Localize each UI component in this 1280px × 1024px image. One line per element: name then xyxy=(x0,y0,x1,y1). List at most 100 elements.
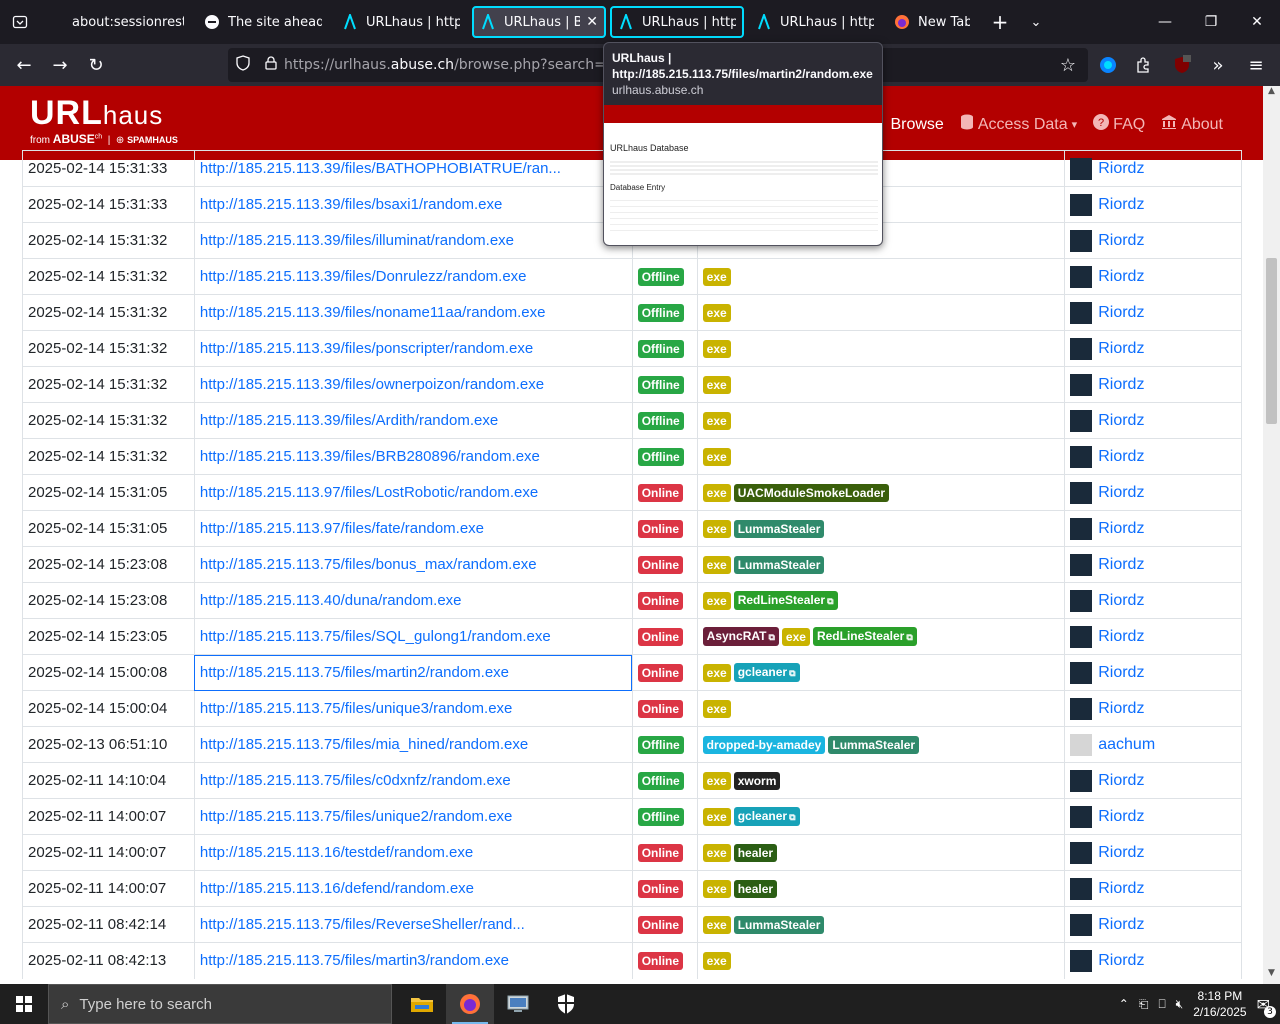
tag-badge[interactable]: exe xyxy=(702,519,731,538)
malware-url-link[interactable]: http://185.215.113.39/files/ownerpoizon/… xyxy=(200,376,544,393)
scroll-up-arrow-icon[interactable]: ▲ xyxy=(1263,86,1280,102)
malware-url-link[interactable]: http://185.215.113.39/files/ponscripter/… xyxy=(200,340,533,357)
back-arrow-icon[interactable]: ← xyxy=(6,47,42,83)
reporter-link[interactable]: Riordz xyxy=(1070,193,1236,216)
tag-badge[interactable]: exe xyxy=(702,591,731,610)
malware-url-link[interactable]: http://185.215.113.75/files/ReverseShell… xyxy=(200,916,525,933)
reporter-link[interactable]: aachum xyxy=(1070,733,1236,756)
tag-badge[interactable]: healer xyxy=(733,843,778,862)
windows-start-icon[interactable] xyxy=(0,984,48,1024)
malware-url-link[interactable]: http://185.215.113.75/files/mia_hined/ra… xyxy=(200,736,528,753)
malware-url-link[interactable]: http://185.215.113.97/files/LostRobotic/… xyxy=(200,484,538,501)
tag-badge[interactable]: UACModuleSmokeLoader xyxy=(733,483,890,502)
malware-url-link[interactable]: http://185.215.113.75/files/SQL_gulong1/… xyxy=(200,628,551,645)
malware-url-link[interactable]: http://185.215.113.75/files/unique2/rand… xyxy=(200,808,512,825)
malware-url-link[interactable]: http://185.215.113.39/files/bsaxi1/rando… xyxy=(200,196,502,213)
tag-badge[interactable]: exe xyxy=(702,663,731,682)
tag-badge[interactable]: exe xyxy=(702,879,731,898)
reporter-link[interactable]: Riordz xyxy=(1070,481,1236,504)
browser-tab[interactable]: URLhaus | http://1 xyxy=(748,6,882,38)
firefox-taskbar-icon[interactable] xyxy=(446,984,494,1024)
reporter-link[interactable]: Riordz xyxy=(1070,877,1236,900)
tray-chevron-up-icon[interactable]: ⌃ xyxy=(1119,997,1129,1011)
tag-badge[interactable]: exe xyxy=(702,303,731,322)
tag-badge[interactable]: gcleaner ⧉ xyxy=(733,663,800,682)
browser-tab[interactable]: URLhaus | Brow ✕ xyxy=(472,6,606,38)
reporter-link[interactable]: Riordz xyxy=(1070,553,1236,576)
nav-about[interactable]: About xyxy=(1161,114,1223,135)
malware-url-link[interactable]: http://185.215.113.75/files/martin2/rand… xyxy=(200,664,509,681)
malware-url-link[interactable]: http://185.215.113.39/files/noname11aa/r… xyxy=(200,304,546,321)
tag-badge[interactable]: LummaStealer xyxy=(733,915,825,934)
tab-list-icon[interactable] xyxy=(0,0,40,44)
tag-badge[interactable]: exe xyxy=(702,807,731,826)
notification-center-icon[interactable]: ✉ 3 xyxy=(1257,995,1276,1018)
reload-icon[interactable]: ↻ xyxy=(78,47,114,83)
malware-url-link[interactable]: http://185.215.113.39/files/BATHOPHOBIAT… xyxy=(200,160,561,177)
page-scrollbar[interactable]: ▲ ▼ xyxy=(1263,86,1280,984)
minimize-icon[interactable]: — xyxy=(1142,0,1188,44)
nav-faq[interactable]: ? FAQ xyxy=(1093,114,1145,135)
tag-badge[interactable]: exe xyxy=(702,267,731,286)
reporter-link[interactable]: Riordz xyxy=(1070,841,1236,864)
lock-icon[interactable] xyxy=(258,56,284,74)
reporter-link[interactable]: Riordz xyxy=(1070,769,1236,792)
firefox-account-icon[interactable] xyxy=(1090,47,1126,83)
malware-url-link[interactable]: http://185.215.113.39/files/Donrulezz/ra… xyxy=(200,268,527,285)
nav-browse[interactable]: Browse xyxy=(890,114,943,135)
reporter-link[interactable]: Riordz xyxy=(1070,445,1236,468)
tag-badge[interactable]: gcleaner ⧉ xyxy=(733,807,800,826)
hamburger-menu-icon[interactable]: ≡ xyxy=(1238,47,1274,83)
tag-badge[interactable]: exe xyxy=(702,771,731,790)
malware-url-link[interactable]: http://185.215.113.16/defend/random.exe xyxy=(200,880,474,897)
reporter-link[interactable]: Riordz xyxy=(1070,949,1236,972)
tab-close-icon[interactable]: ✕ xyxy=(586,14,598,30)
tag-badge[interactable]: exe xyxy=(702,447,731,466)
reporter-link[interactable]: Riordz xyxy=(1070,265,1236,288)
tag-badge[interactable]: LummaStealer xyxy=(733,555,825,574)
malware-url-link[interactable]: http://185.215.113.75/files/c0dxnfz/rand… xyxy=(200,772,511,789)
reporter-link[interactable]: Riordz xyxy=(1070,409,1236,432)
tag-badge[interactable]: exe xyxy=(702,951,731,970)
tag-badge[interactable]: exe xyxy=(702,483,731,502)
malware-url-link[interactable]: http://185.215.113.75/files/unique3/rand… xyxy=(200,700,512,717)
browser-tab[interactable]: New Tab xyxy=(886,6,978,38)
tag-badge[interactable]: dropped-by-amadey xyxy=(702,735,826,754)
tag-badge[interactable]: exe xyxy=(702,843,731,862)
reporter-link[interactable]: Riordz xyxy=(1070,913,1236,936)
reporter-link[interactable]: Riordz xyxy=(1070,589,1236,612)
reporter-link[interactable]: Riordz xyxy=(1070,625,1236,648)
security-shield-icon[interactable] xyxy=(542,984,590,1024)
tag-badge[interactable]: exe xyxy=(781,627,810,646)
file-explorer-icon[interactable] xyxy=(398,984,446,1024)
tag-badge[interactable]: exe xyxy=(702,339,731,358)
browser-tab[interactable]: about:sessionrestore xyxy=(40,6,192,38)
reporter-link[interactable]: Riordz xyxy=(1070,697,1236,720)
reporter-link[interactable]: Riordz xyxy=(1070,157,1236,180)
reporter-link[interactable]: Riordz xyxy=(1070,517,1236,540)
tag-badge[interactable]: LummaStealer xyxy=(828,735,920,754)
network-app-icon[interactable] xyxy=(494,984,542,1024)
bookmark-star-icon[interactable]: ☆ xyxy=(1050,47,1086,83)
reporter-link[interactable]: Riordz xyxy=(1070,805,1236,828)
reporter-link[interactable]: Riordz xyxy=(1070,229,1236,252)
reporter-link[interactable]: Riordz xyxy=(1070,373,1236,396)
tag-badge[interactable]: exe xyxy=(702,555,731,574)
tag-badge[interactable]: RedLineStealer ⧉ xyxy=(812,627,917,646)
close-icon[interactable]: ✕ xyxy=(1234,0,1280,44)
forward-arrow-icon[interactable]: → xyxy=(42,47,78,83)
ublock-origin-icon[interactable] xyxy=(1164,47,1200,83)
browser-tab[interactable]: URLhaus | http://1 xyxy=(334,6,468,38)
tag-badge[interactable]: RedLineStealer ⧉ xyxy=(733,591,838,610)
scroll-thumb[interactable] xyxy=(1266,258,1277,424)
reporter-link[interactable]: Riordz xyxy=(1070,661,1236,684)
malware-url-link[interactable]: http://185.215.113.16/testdef/random.exe xyxy=(200,844,473,861)
urlhaus-logo[interactable]: URLhaus xyxy=(30,94,163,133)
list-all-tabs-button[interactable]: ⌄ xyxy=(1018,15,1054,30)
tag-badge[interactable]: LummaStealer xyxy=(733,519,825,538)
malware-url-link[interactable]: http://185.215.113.39/files/illuminat/ra… xyxy=(200,232,514,249)
extensions-puzzle-icon[interactable] xyxy=(1126,47,1162,83)
new-tab-button[interactable]: + xyxy=(982,10,1018,34)
restore-icon[interactable]: ❐ xyxy=(1188,0,1234,44)
malware-url-link[interactable]: http://185.215.113.39/files/BRB280896/ra… xyxy=(200,448,540,465)
